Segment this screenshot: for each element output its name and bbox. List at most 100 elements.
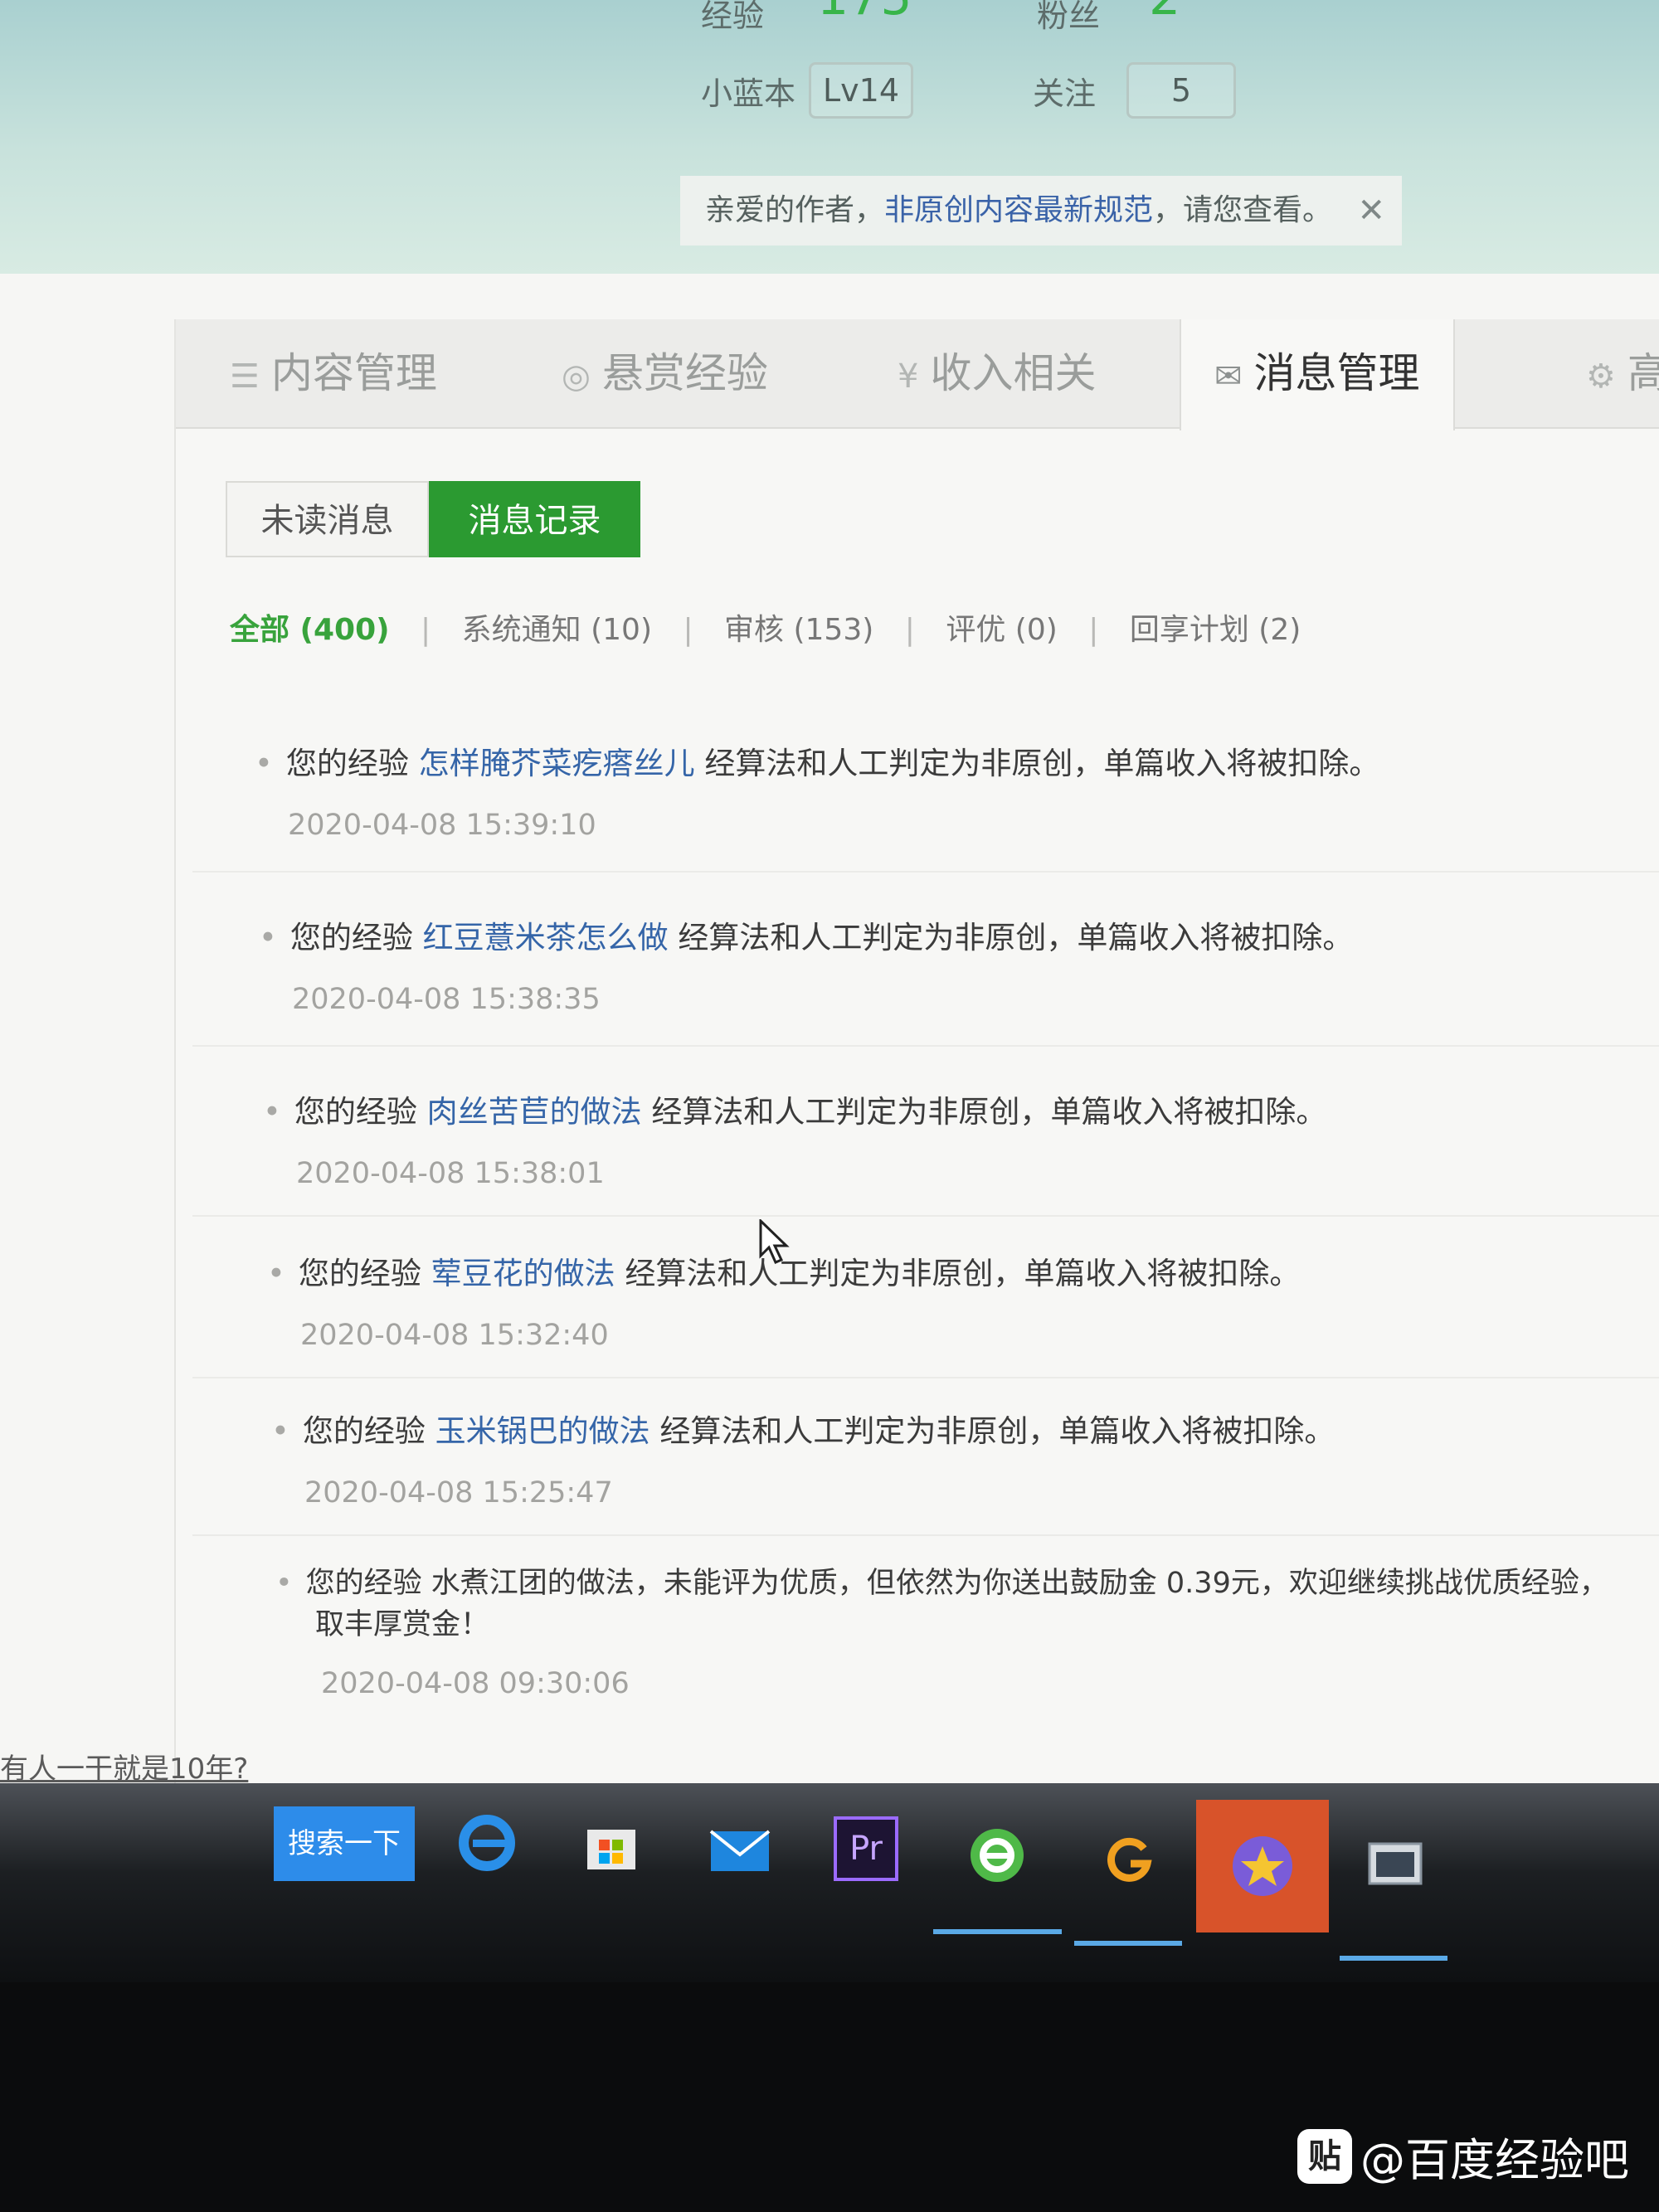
edge-icon[interactable] [452,1808,522,1878]
mail-icon[interactable] [705,1816,775,1886]
tab-content-management[interactable]: ☰ 内容管理 [230,319,437,427]
mouse-cursor-icon [759,1219,790,1264]
tab-label: 消息管理 [1253,349,1420,397]
tab-label: 悬赏经验 [601,349,768,397]
filter-rating[interactable]: 评优 (0) [946,613,1057,647]
premiere-icon[interactable]: Pr [834,1816,898,1881]
tab-label: 内容管理 [270,349,437,397]
g-app-icon[interactable] [1095,1825,1165,1894]
message-item: • 您的经验 红豆薏米茶怎么做 经算法和人工判定为非原创，单篇收入将被扣除。 [259,912,1353,957]
watermark-text: @百度经验吧 [1360,2134,1629,2186]
message-time: 2020-04-08 15:38:01 [296,1157,605,1190]
notice-suffix: ，请您查看。 [1153,193,1333,227]
filter-divider: | [421,613,431,647]
divider [192,1377,1659,1378]
message-item: • 您的经验 肉丝苦苣的做法 经算法和人工判定为非原创，单篇收入将被扣除。 [263,1087,1326,1131]
mail-icon: ✉ [1214,357,1243,396]
fans-label: 粉丝 [1037,0,1101,34]
filter-divider: | [683,613,693,647]
profile-header: 经验 175 粉丝 2 小蓝本 Lv14 关注 5 亲爱的作者，非原创内容最新规… [0,0,1659,274]
message-title-link[interactable]: 肉丝苦苣的做法 [427,1094,642,1130]
filter-all[interactable]: 全部 (400) [230,613,390,647]
follow-label: 关注 [1033,75,1097,112]
taskbar-search-button[interactable]: 搜索一下 [274,1806,415,1881]
subtab-unread[interactable]: 未读消息 [226,481,429,557]
tab-label: 高 [1627,349,1659,397]
store-icon[interactable] [577,1812,646,1882]
filter-review[interactable]: 审核 (153) [724,613,873,647]
tab-income[interactable]: ¥ 收入相关 [898,319,1096,427]
message-prefix: 您的经验 [289,920,413,955]
notice-banner: 亲爱的作者，非原创内容最新规范，请您查看。 ✕ [680,176,1402,246]
tab-advanced[interactable]: ⚙ 高 [1586,319,1659,427]
tab-bounty[interactable]: ◎ 悬赏经验 [562,319,768,427]
message-text: 经算法和人工判定为非原创，单篇收入将被扣除。 [651,1094,1327,1130]
message-prefix: 您的经验 [302,1413,426,1449]
active-app-indicator [1340,1956,1447,1961]
bullet: • [255,746,273,781]
filter-system[interactable]: 系统通知 (10) [462,613,652,647]
watermark: 贴 @百度经验吧 [1297,2123,1629,2189]
message-text: 经算法和人工判定为非原创，单篇收入将被扣除。 [659,1413,1335,1449]
divider [192,1045,1659,1047]
message-title-link[interactable]: 怎样腌芥菜疙瘩丝儿 [419,746,695,781]
coin-icon: ◎ [562,357,591,396]
bullet: • [259,920,277,955]
message-item: • 您的经验 玉米锅巴的做法 经算法和人工判定为非原创，单篇收入将被扣除。 [271,1406,1335,1451]
message-item: • 您的经验 怎样腌芥菜疙瘩丝儿 经算法和人工判定为非原创，单篇收入将被扣除。 [255,738,1379,783]
fans-value: 2 [1149,0,1180,27]
tab-label: 收入相关 [930,349,1097,397]
tieba-logo-icon: 贴 [1297,2128,1352,2184]
message-title-link[interactable]: 荤豆花的做法 [431,1256,615,1291]
exp-label: 经验 [701,0,765,34]
reward-message-line1: 您的经验 水煮江团的做法，未能评为优质，但依然为你送出鼓励金 0.39元，欢迎继… [305,1567,1608,1600]
divider [192,871,1659,873]
level-badge[interactable]: Lv14 [809,62,913,119]
main-tabs: ☰ 内容管理 ◎ 悬赏经验 ¥ 收入相关 ✉ 消息管理 ⚙ 高 [176,319,1659,430]
close-icon[interactable]: ✕ [1357,176,1385,246]
message-filters: 全部 (400) | 系统通知 (10) | 审核 (153) | 评优 (0)… [230,605,1301,649]
follow-count[interactable]: 5 [1126,62,1236,119]
reward-message-line2: 取丰厚赏金！ [315,1608,490,1641]
message-time: 2020-04-08 15:32:40 [300,1319,609,1352]
reward-message: • 您的经验 水煮江团的做法，未能评为优质，但依然为你送出鼓励金 0.39元，欢迎… [275,1559,1608,1602]
active-app-indicator [933,1929,1062,1934]
list-icon: ☰ [230,357,260,396]
message-title-link[interactable]: 红豆薏米茶怎么做 [423,920,669,955]
message-title-link[interactable]: 玉米锅巴的做法 [435,1413,650,1449]
active-app-indicator [1074,1941,1182,1946]
bullet: • [267,1256,285,1291]
message-prefix: 您的经验 [298,1256,421,1291]
exp-value: 175 [817,0,912,27]
notice-link[interactable]: 非原创内容最新规范 [884,193,1153,227]
bullet: • [275,1567,293,1600]
divider [192,1215,1659,1217]
window-icon[interactable] [1360,1829,1430,1898]
level-label: 小蓝本 [701,75,796,112]
filter-divider: | [1088,613,1099,647]
message-text: 经算法和人工判定为非原创，单篇收入将被扣除。 [678,920,1354,955]
message-prefix: 您的经验 [285,746,409,781]
bullet: • [271,1413,289,1449]
divider [192,1534,1659,1536]
status-bar-link[interactable]: 有人一干就是10年? [0,1746,248,1787]
content-panel: ☰ 内容管理 ◎ 悬赏经验 ¥ 收入相关 ✉ 消息管理 ⚙ 高 未读消息 消息记录 全部 … [174,319,1659,1850]
message-time: 2020-04-08 15:38:35 [292,983,601,1016]
star-app-icon[interactable] [1196,1800,1329,1932]
gear-icon: ⚙ [1586,357,1616,396]
tab-messages[interactable]: ✉ 消息管理 [1180,319,1455,430]
browser-icon[interactable] [962,1821,1032,1890]
yen-icon: ¥ [898,357,919,396]
message-time: 2020-04-08 15:39:10 [288,809,596,842]
notice-prefix: 亲爱的作者， [705,193,885,227]
filter-divider: | [904,613,915,647]
filter-share-plan[interactable]: 回享计划 (2) [1130,613,1301,647]
taskbar: 搜索一下 Pr [0,1783,1659,1982]
browser-screen: 经验 175 粉丝 2 小蓝本 Lv14 关注 5 亲爱的作者，非原创内容最新规… [0,0,1659,1850]
subtab-history[interactable]: 消息记录 [429,481,640,557]
message-time: 2020-04-08 15:25:47 [304,1476,613,1510]
message-text: 经算法和人工判定为非原创，单篇收入将被扣除。 [625,1256,1301,1291]
bullet: • [263,1094,281,1130]
message-time: 2020-04-08 09:30:06 [321,1667,630,1700]
message-text: 经算法和人工判定为非原创，单篇收入将被扣除。 [704,746,1380,781]
